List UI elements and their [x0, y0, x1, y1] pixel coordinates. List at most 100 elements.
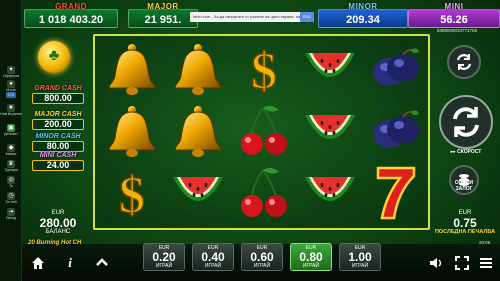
reel-cell — [363, 40, 429, 102]
sidebar-item-missions[interactable]: ◆ Мисии — [0, 144, 22, 157]
jackpot-grand-label: GRAND — [55, 2, 87, 11]
bet-value: 0.20 — [152, 250, 176, 264]
bet-button[interactable]: EUR 1.00 ИГРАЙ — [339, 243, 381, 271]
menu-button[interactable] — [478, 255, 494, 271]
autoplay-icon — [456, 54, 472, 70]
watermelon-icon — [302, 173, 358, 218]
watermelon-icon — [302, 49, 358, 94]
sidebar-badge: 678 — [5, 92, 17, 98]
fullscreen-button[interactable] — [454, 255, 470, 271]
reel-area[interactable]: $ $ — [93, 34, 430, 230]
cherries-icon — [239, 166, 289, 225]
fullscreen-notice: inbet.com - За да изпратите ст ржение на… — [190, 12, 314, 22]
last-win-label: ПОСЛЕДНА ПЕЧАЛБА — [434, 229, 496, 235]
svg-text:$: $ — [251, 43, 277, 98]
jackpot-minor-label: MINOR — [348, 2, 378, 11]
sidebar-item-tournaments[interactable]: ♛ Турнири — [0, 160, 22, 173]
dollar-icon: $ — [110, 164, 154, 227]
mini-cash-value: 24.00 — [32, 160, 84, 171]
bet-value: 0.80 — [299, 250, 323, 264]
chevron-up-icon — [96, 258, 108, 266]
bet-button[interactable]: EUR 0.60 ИГРАЙ — [241, 243, 283, 271]
reel-cell — [99, 40, 165, 102]
jackpot-minor-value: 209.34 — [346, 14, 380, 26]
home-icon — [32, 257, 44, 269]
grand-cash-label: GRAND CASH — [34, 85, 82, 92]
bet-button[interactable]: EUR 0.20 ИГРАЙ — [143, 243, 185, 271]
bell-icon — [106, 104, 158, 163]
paytable-button[interactable] — [94, 255, 110, 271]
reel-cell — [231, 164, 297, 226]
bet-button[interactable]: EUR 0.80 ИГРАЙ — [290, 243, 332, 271]
speed-toggle[interactable]: ▸▸ СКОРОСТ — [444, 149, 488, 155]
sidebar-item-deposit[interactable]: ▣ Депозит — [0, 124, 22, 137]
bet-play-label: ИГРАЙ — [204, 263, 222, 269]
reel-grid: $ $ — [99, 40, 429, 226]
round-id: 8386609033771708 — [437, 28, 478, 33]
clover-coin-icon: ♣ — [38, 41, 70, 73]
jackpot-mini-value: 56.26 — [440, 14, 468, 26]
last-win-value: 0.75 — [453, 216, 477, 230]
info-icon: i — [68, 255, 72, 270]
bet-play-label: ИГРАЙ — [253, 263, 271, 269]
minor-cash-panel: MINOR CASH 80.00 — [32, 133, 84, 152]
balance-value: 280.00 — [39, 216, 77, 230]
fullscreen-icon — [455, 256, 469, 270]
bet-label: ЗАЛОГ — [455, 186, 473, 192]
coin-icon: ● — [7, 80, 15, 88]
bet-value: 1.00 — [348, 250, 372, 264]
jackpot-major-label: MAJOR — [147, 2, 179, 11]
reel-cell — [297, 40, 363, 102]
reel-cell: $ — [99, 164, 165, 226]
svg-text:$: $ — [119, 167, 145, 222]
bet-value: 0.60 — [250, 250, 274, 264]
shield-icon: ◆ — [7, 144, 15, 152]
cherries-icon — [239, 104, 289, 163]
watermelon-icon — [170, 173, 226, 218]
bet-value: 0.40 — [201, 250, 225, 264]
spin-button[interactable] — [439, 95, 493, 149]
exit-icon: ⇥ — [7, 208, 15, 216]
clock-icon: ◷ — [7, 192, 15, 200]
major-cash-value: 200.00 — [32, 119, 84, 130]
grand-cash-panel: GRAND CASH 800.00 — [32, 85, 84, 104]
balance-label: БАЛАНС — [45, 229, 71, 235]
reel-cell — [165, 102, 231, 164]
mini-cash-label: MINI CASH — [39, 152, 77, 159]
chip-icon: ◎ — [7, 176, 15, 184]
sound-button[interactable] — [428, 255, 444, 271]
spin-icon — [453, 107, 479, 137]
esc-key-badge: Esc — [300, 12, 314, 22]
home-button[interactable] — [30, 255, 46, 271]
dollar-icon: $ — [242, 40, 286, 103]
wallet-icon: ▣ — [7, 124, 15, 132]
jackpot-minor: MINOR 209.34 — [318, 2, 408, 28]
bell-icon — [172, 42, 224, 101]
bet-play-label: ИГРАЙ — [302, 263, 320, 269]
autoplay-button[interactable] — [447, 45, 481, 79]
bet-button[interactable]: EUR 0.40 ИГРАЙ — [192, 243, 234, 271]
sidebar-item-exit[interactable]: ⇥ Изход — [0, 208, 22, 221]
sidebar-item-table[interactable]: ◎ Та — [0, 176, 22, 189]
plum-icon — [371, 108, 421, 159]
new-games-icon: ★ — [7, 104, 15, 112]
sidebar-item-money[interactable]: ● Мъни — [0, 80, 22, 93]
gift-icon: ✦ — [7, 66, 15, 74]
game-screen: ✦ Офферти ● Мъни 678 ★ Нов Игрални ▣ Деп… — [0, 0, 500, 281]
sidebar-item-history[interactable]: ◷ Зи ней — [0, 192, 22, 205]
seven-icon — [374, 164, 418, 227]
jackpot-mini: MINI 56.26 — [408, 2, 500, 28]
reel-cell — [297, 164, 363, 226]
bet-play-label: ИГРАЙ — [155, 263, 173, 269]
sidebar-item-offers[interactable]: ✦ Офферти — [0, 66, 22, 79]
sidebar-item-new-games[interactable]: ★ Нов Игрални — [0, 104, 22, 117]
reel-cell — [363, 102, 429, 164]
info-button[interactable]: i — [62, 255, 78, 271]
plum-icon — [371, 46, 421, 97]
speaker-icon — [430, 258, 442, 268]
trophy-icon: ♛ — [7, 160, 15, 168]
jackpot-mini-label: MINI — [444, 2, 464, 11]
jackpot-major: MAJOR 21 951. — [128, 2, 198, 28]
hamburger-menu-icon — [480, 258, 492, 268]
mini-cash-panel: MINI CASH 24.00 — [32, 152, 84, 171]
